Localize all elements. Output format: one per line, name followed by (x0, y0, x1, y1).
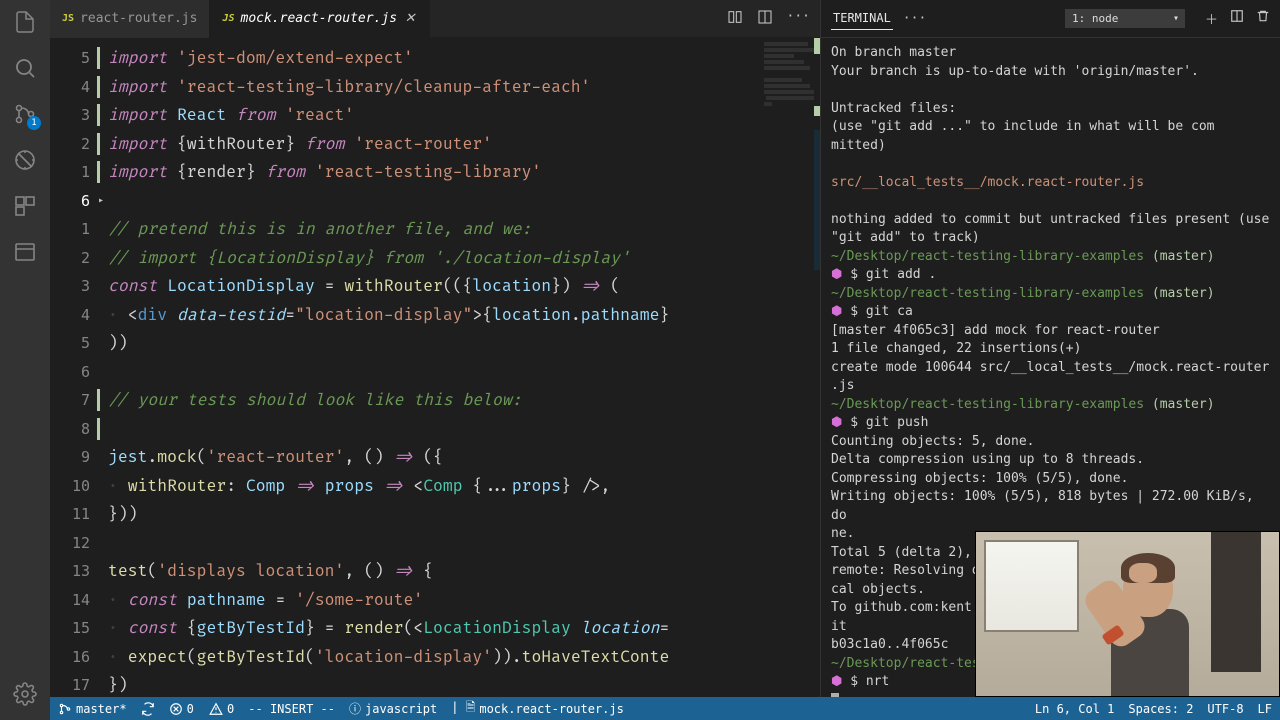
terminal-selector[interactable]: 1: node (1065, 9, 1185, 28)
status-encoding[interactable]: UTF-8 (1207, 702, 1243, 716)
settings-gear-icon[interactable] (11, 680, 39, 708)
extensions-icon[interactable] (11, 192, 39, 220)
status-file[interactable]: | 🗎 mock.react-router.js (451, 698, 624, 719)
minimap[interactable] (760, 38, 820, 697)
tab-react-router[interactable]: JS react-router.js (50, 0, 210, 38)
editor: JS react-router.js JS mock.react-router.… (50, 0, 820, 697)
js-file-icon: JS (62, 13, 74, 24)
editor-actions: ··· (717, 9, 820, 29)
status-sync[interactable] (141, 702, 155, 716)
split-terminal-icon[interactable] (1230, 9, 1244, 28)
code-area[interactable]: import 'jest-dom/extend-expect'import 'r… (108, 38, 760, 697)
tab-label: react-router.js (80, 11, 197, 26)
status-problems[interactable]: 0 0 (169, 702, 235, 716)
panel-icon[interactable] (11, 238, 39, 266)
terminal-header: TERMINAL ··· 1: node ＋ (821, 0, 1280, 38)
new-terminal-icon[interactable]: ＋ (1205, 9, 1218, 28)
status-language[interactable]: ⓘ javascript (349, 700, 437, 717)
status-cursor-pos[interactable]: Ln 6, Col 1 (1035, 702, 1114, 716)
status-vim-mode: -- INSERT -- (248, 702, 335, 716)
debug-icon[interactable] (11, 146, 39, 174)
status-spaces[interactable]: Spaces: 2 (1128, 702, 1193, 716)
source-control-icon[interactable]: 1 (11, 100, 39, 128)
js-file-icon: JS (222, 13, 234, 24)
compare-icon[interactable] (727, 9, 743, 29)
editor-body[interactable]: 543216▸1234567891011121314151617 import … (50, 38, 820, 697)
activity-bar: 1 (0, 0, 50, 720)
close-icon[interactable]: ✕ (403, 12, 417, 26)
scm-badge: 1 (27, 116, 41, 130)
status-eol[interactable]: LF (1258, 702, 1272, 716)
webcam-overlay (975, 531, 1280, 697)
line-gutter: 543216▸1234567891011121314151617 (50, 38, 108, 697)
status-bar: master* 0 0 -- INSERT -- ⓘ javascript | … (50, 697, 1280, 720)
more-icon[interactable]: ··· (903, 11, 926, 26)
status-branch[interactable]: master* (58, 702, 127, 716)
trash-icon[interactable] (1256, 9, 1270, 28)
tab-mock-react-router[interactable]: JS mock.react-router.js ✕ (210, 0, 430, 38)
split-editor-icon[interactable] (757, 9, 773, 29)
more-icon[interactable]: ··· (787, 9, 810, 29)
editor-tabs: JS react-router.js JS mock.react-router.… (50, 0, 820, 38)
search-icon[interactable] (11, 54, 39, 82)
tab-label: mock.react-router.js (241, 11, 398, 26)
terminal-tab[interactable]: TERMINAL (831, 7, 893, 30)
files-icon[interactable] (11, 8, 39, 36)
